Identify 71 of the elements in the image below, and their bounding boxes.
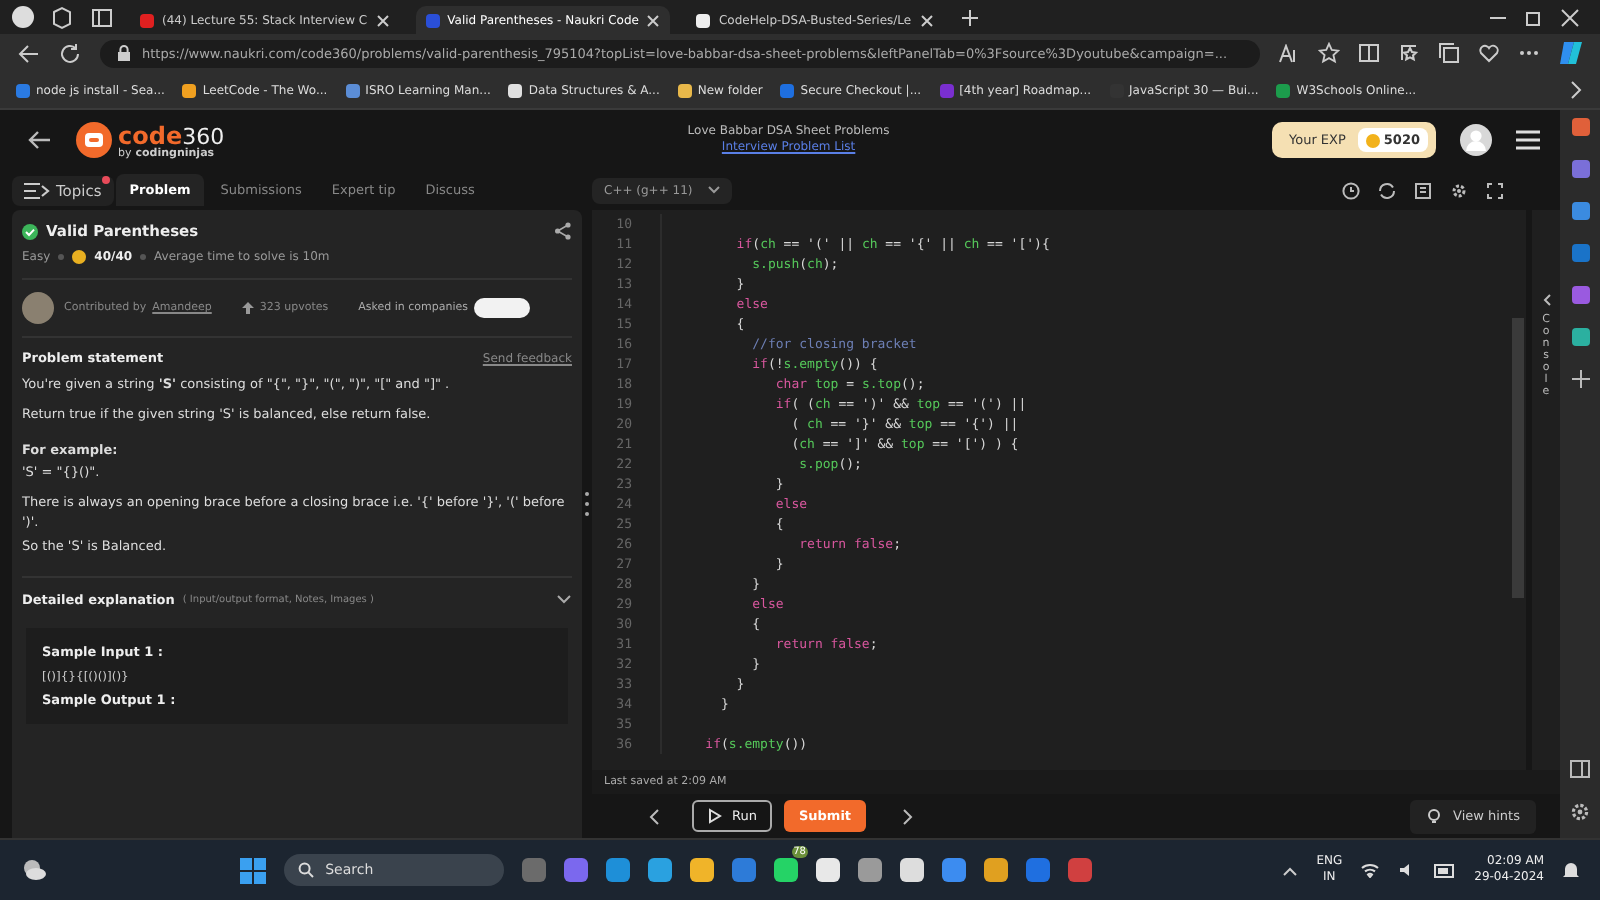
separator-dot-icon: [58, 254, 65, 260]
search-icon: [297, 862, 314, 878]
close-icon[interactable]: [375, 13, 390, 27]
coin-icon: [72, 250, 87, 264]
topics-icon: [24, 181, 50, 199]
taskbar-app-icon[interactable]: [815, 858, 840, 882]
battery-icon[interactable]: [1434, 863, 1457, 877]
separator-dot-icon: [140, 254, 147, 260]
close-icon[interactable]: [646, 13, 661, 27]
restore-icon[interactable]: [1524, 7, 1544, 27]
add-icon[interactable]: [1571, 370, 1589, 388]
back-arrow-icon[interactable]: [26, 128, 52, 152]
previous-icon[interactable]: [648, 807, 660, 825]
notes-icon[interactable]: [1414, 181, 1432, 199]
chevron-up-icon[interactable]: [1282, 865, 1299, 875]
split-screen-icon[interactable]: [1358, 42, 1380, 64]
taskbar-app-icon[interactable]: [899, 858, 924, 882]
favicon-icon: [140, 13, 154, 27]
fullscreen-icon[interactable]: [1486, 181, 1504, 199]
taskbar-app-icon[interactable]: [773, 858, 798, 882]
upvote-icon[interactable]: [241, 302, 254, 314]
scrollbar-thumb[interactable]: [1512, 318, 1524, 598]
sidebar-app-icon[interactable]: [1571, 118, 1589, 136]
collections-icon[interactable]: [1438, 42, 1460, 64]
chevron-left-icon: [1541, 294, 1551, 306]
menu-icon[interactable]: [1516, 130, 1540, 150]
drag-handle-icon[interactable]: [584, 490, 590, 518]
close-icon[interactable]: [919, 13, 934, 27]
settings-icon[interactable]: [1450, 181, 1468, 199]
avatar-placeholder: [22, 292, 54, 324]
chevron-down-icon: [708, 186, 721, 194]
sidebar-toggle-icon[interactable]: [1570, 760, 1590, 778]
share-icon[interactable]: [554, 222, 572, 240]
coin-icon: [1365, 133, 1380, 147]
heart-icon[interactable]: [1478, 42, 1500, 64]
sidebar-app-icon[interactable]: [1571, 244, 1589, 262]
sidebar-app-icon[interactable]: [1571, 202, 1589, 220]
back-arrow-icon[interactable]: [16, 41, 40, 65]
taskbar-app-icon[interactable]: [689, 858, 714, 882]
close-icon[interactable]: [1560, 7, 1580, 27]
sidebar-app-icon[interactable]: [1571, 160, 1589, 178]
sidebar-app-icon[interactable]: [1571, 286, 1589, 304]
settings-icon[interactable]: [1570, 802, 1590, 822]
taskbar-app-icon[interactable]: [983, 858, 1008, 882]
next-icon[interactable]: [901, 807, 914, 825]
favicon-icon: [425, 13, 440, 27]
weather-icon[interactable]: [20, 858, 48, 882]
reload-icon[interactable]: [58, 41, 82, 65]
star-icon[interactable]: [1318, 42, 1340, 64]
notification-bell-icon[interactable]: [1562, 860, 1580, 880]
lock-icon: [116, 44, 132, 62]
read-aloud-icon[interactable]: [1278, 43, 1300, 63]
sidebar-app-icon[interactable]: [1571, 328, 1589, 346]
favicon-icon: [696, 13, 711, 27]
wifi-icon[interactable]: [1360, 862, 1381, 878]
workspaces-icon[interactable]: [50, 5, 74, 29]
windows-start-icon[interactable]: [239, 857, 266, 883]
reset-icon[interactable]: [1378, 181, 1396, 199]
taskbar-app-icon[interactable]: [857, 858, 882, 882]
favorites-icon[interactable]: [1398, 42, 1420, 64]
lightbulb-icon: [1425, 807, 1442, 825]
logo-icon: [76, 122, 112, 158]
profile-icon[interactable]: [12, 6, 34, 28]
avatar-icon[interactable]: [1460, 124, 1492, 156]
new-tab-icon[interactable]: [959, 7, 980, 27]
taskbar-app-icon[interactable]: [647, 858, 672, 882]
chevron-right-icon[interactable]: [1568, 80, 1584, 100]
copilot-icon[interactable]: [1558, 40, 1584, 66]
timer-icon[interactable]: [1342, 181, 1360, 199]
tab-actions-icon[interactable]: [90, 5, 114, 29]
play-icon: [708, 808, 722, 824]
